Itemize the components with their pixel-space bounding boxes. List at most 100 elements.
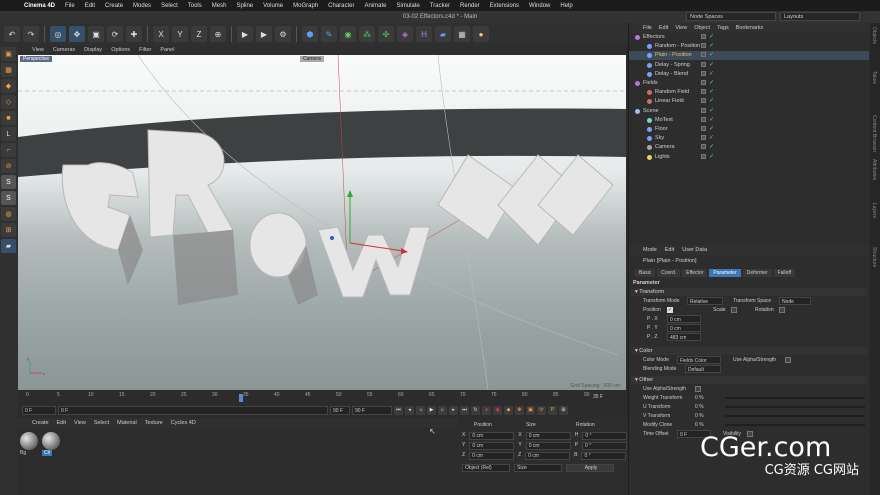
material-menu-material[interactable]: Material	[117, 418, 137, 428]
position-x-field[interactable]: 0 cm	[469, 432, 515, 440]
move-icon[interactable]: ✥	[69, 26, 85, 42]
scale-icon[interactable]: ▣	[88, 26, 104, 42]
timeline[interactable]: 0 5 10 15 20 25 30 35 40 45 50 55 60 65 70 75 80 85 90 35 …	[18, 390, 626, 418]
py-field[interactable]: 0 cm	[667, 324, 701, 332]
viewport-menu-filter[interactable]: Filter	[139, 45, 151, 55]
v-slider[interactable]	[725, 415, 865, 417]
object-row[interactable]: Random - Position ✓	[629, 42, 869, 51]
playhead[interactable]	[239, 394, 243, 402]
side-tab-content-browser[interactable]: Content Browser	[871, 115, 877, 152]
transform-space-dropdown[interactable]: Node	[779, 297, 811, 305]
object-row[interactable]: Effectors ✓	[629, 33, 869, 42]
record-icon[interactable]: ●	[482, 405, 491, 415]
range-slider[interactable]: 0 F	[58, 405, 328, 415]
pz-field[interactable]: 483 cm	[667, 333, 701, 341]
subtab-effector[interactable]: Effector	[682, 269, 708, 277]
scale-key-icon[interactable]: ▣	[526, 405, 535, 415]
visibility-checkbox[interactable]	[701, 80, 706, 85]
prev-frame-icon[interactable]: ◃	[416, 405, 425, 415]
visibility-checkbox[interactable]	[701, 70, 706, 76]
menu-volume[interactable]: Volume	[263, 3, 283, 9]
color-mode-dropdown[interactable]: Fields Color	[677, 356, 721, 364]
end-frame-field[interactable]: 90 F	[330, 405, 350, 415]
undo-icon[interactable]: ↶	[4, 26, 20, 42]
subtab-coord[interactable]: Coord.	[657, 269, 681, 277]
modify-clone-slider[interactable]	[725, 424, 865, 426]
camera-icon[interactable]: ▦	[454, 26, 470, 42]
viewport-menu-panel[interactable]: Panel	[160, 45, 174, 55]
menu-window[interactable]: Window	[529, 3, 550, 9]
add-icon[interactable]: ✚	[126, 26, 142, 42]
object-row[interactable]: MoText ✓	[629, 116, 869, 125]
weight-transform-value[interactable]: 0 %	[695, 394, 704, 402]
app-menu[interactable]: Cinema 4D	[24, 3, 55, 9]
enabled-check-icon[interactable]: ✓	[709, 97, 714, 106]
pen-icon[interactable]: ✎	[321, 26, 337, 42]
size-y-field[interactable]: 0 cm	[525, 442, 571, 450]
side-tab-structure[interactable]: Structure	[871, 247, 877, 267]
enabled-check-icon[interactable]: ✓	[709, 88, 714, 97]
spline-tool-icon[interactable]: H	[416, 26, 432, 42]
workplane-icon[interactable]: ⊘	[1, 159, 16, 173]
object-menu-tags[interactable]: Tags	[717, 23, 729, 33]
enabled-check-icon[interactable]: ✓	[709, 107, 714, 116]
menu-character[interactable]: Character	[328, 3, 354, 9]
menu-select[interactable]: Select	[161, 3, 178, 9]
field-icon[interactable]: ◈	[397, 26, 413, 42]
visibility-checkbox[interactable]	[701, 34, 706, 39]
y-axis-icon[interactable]: Y	[172, 26, 188, 42]
pla-key-icon[interactable]: ⊞	[559, 405, 568, 415]
size-x-field[interactable]: 0 cm	[525, 432, 571, 440]
subtab-basic[interactable]: Basic	[635, 269, 656, 277]
side-tab-objects[interactable]: Objects	[871, 27, 877, 44]
object-row[interactable]: Random Field ✓	[629, 88, 869, 97]
prev-key-icon[interactable]: ◂	[405, 405, 414, 415]
position-z-field[interactable]: 0 cm	[469, 452, 515, 460]
coordinate-mode-dropdown[interactable]: Object (Rel)	[462, 464, 510, 472]
timeline-ruler[interactable]: 0 5 10 15 20 25 30 35 40 45 50 55 60 65 70 75 80 85 90	[18, 392, 626, 402]
viewport-menu-display[interactable]: Display	[84, 45, 102, 55]
side-tab-takes[interactable]: Takes	[871, 71, 877, 84]
object-menu-view[interactable]: View	[675, 23, 687, 33]
render-picture-icon[interactable]: ▶	[256, 26, 272, 42]
material-menu-edit[interactable]: Edit	[57, 418, 66, 428]
polygons-mode-icon[interactable]: ■	[1, 111, 16, 125]
snap-icon[interactable]: ⌐	[1, 143, 16, 157]
side-tab-attributes[interactable]: Attributes	[871, 159, 877, 180]
visibility-checkbox[interactable]	[701, 43, 706, 49]
keyframe-icon[interactable]: ◆	[504, 405, 513, 415]
px-field[interactable]: 0 cm	[667, 315, 701, 323]
visibility-checkbox[interactable]	[701, 153, 706, 159]
object-row[interactable]: Delay - Blend ✓	[629, 70, 869, 79]
menu-modes[interactable]: Modes	[133, 3, 151, 9]
menu-mesh[interactable]: Mesh	[212, 3, 227, 9]
menu-extensions[interactable]: Extensions	[490, 3, 519, 9]
cube-icon[interactable]: ⬢	[302, 26, 318, 42]
object-row[interactable]: Fields ✓	[629, 79, 869, 88]
apply-button[interactable]: Apply	[566, 464, 614, 472]
play-icon[interactable]: ▶	[427, 405, 436, 415]
material-clr[interactable]: Clr	[42, 432, 62, 460]
coordinate-system-icon[interactable]: ⊕	[210, 26, 226, 42]
texture-mode-icon[interactable]: ▦	[1, 63, 16, 77]
modify-clone-value[interactable]: 0 %	[695, 421, 704, 429]
position-checkbox[interactable]: ✓	[667, 307, 673, 313]
object-row[interactable]: Sky ✓	[629, 134, 869, 143]
rotation-checkbox[interactable]	[779, 307, 785, 313]
section-other[interactable]: ▾ Other	[631, 376, 867, 384]
rotation-h-field[interactable]: 0 °	[582, 432, 628, 440]
edges-mode-icon[interactable]: ◇	[1, 95, 16, 109]
object-menu-bookmarks[interactable]: Bookmarks	[736, 23, 764, 33]
solo-icon[interactable]: S	[1, 175, 16, 189]
section-transform[interactable]: ▾ Transform	[631, 288, 867, 296]
cloner-icon[interactable]: ⁂	[359, 26, 375, 42]
deformer-icon[interactable]: ✣	[378, 26, 394, 42]
transform-mode-dropdown[interactable]: Relative	[687, 297, 723, 305]
material-menu-create[interactable]: Create	[32, 418, 49, 428]
light-icon[interactable]: ●	[473, 26, 489, 42]
use-alpha-checkbox[interactable]	[785, 357, 791, 363]
material-menu-texture[interactable]: Texture	[145, 418, 163, 428]
weight-slider[interactable]	[725, 397, 865, 399]
enabled-check-icon[interactable]: ✓	[709, 42, 714, 51]
rotation-p-field[interactable]: 0 °	[582, 442, 628, 450]
